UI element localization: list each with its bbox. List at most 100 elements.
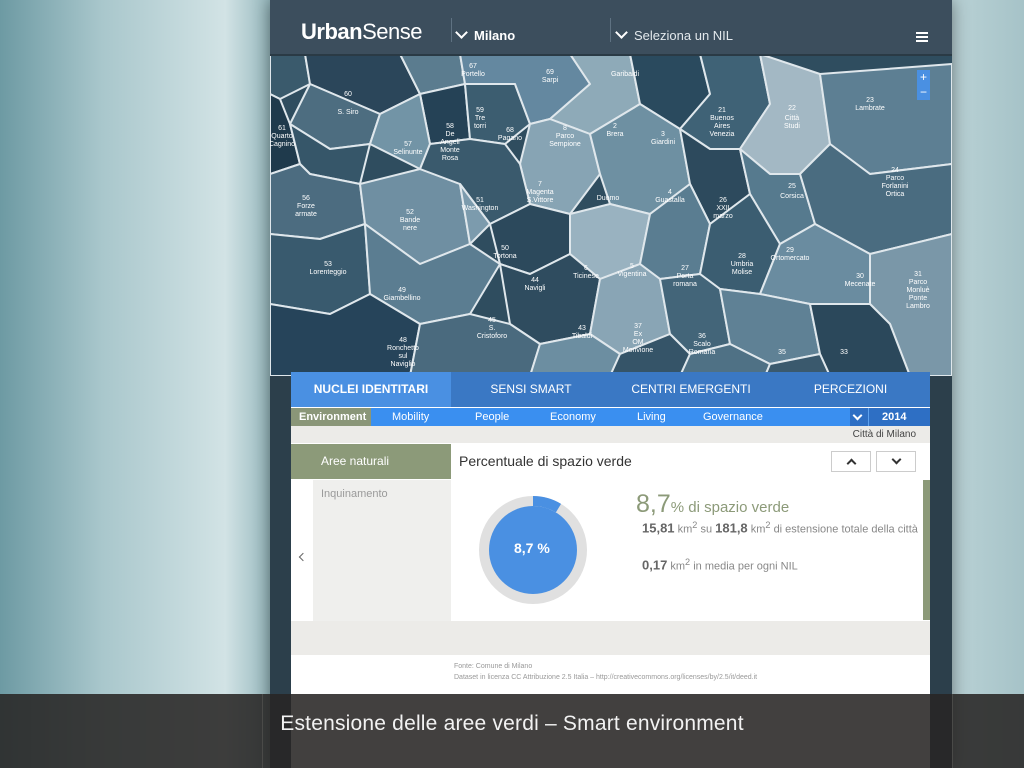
district-label: Lambrate (855, 105, 885, 112)
district-label: 30 (856, 273, 864, 280)
subtab-economy[interactable]: Economy (550, 408, 596, 426)
district-label: Rosa (442, 155, 458, 162)
category-list: Inquinamento (313, 480, 451, 621)
header-separator (610, 18, 611, 42)
district-label: Parco (886, 175, 904, 182)
district-label: Selinunte (393, 149, 422, 156)
district-label: Monluè (907, 287, 930, 294)
chevron-down-icon (891, 454, 902, 465)
zoom-in-button[interactable]: + (917, 70, 930, 85)
district-label: 37 (634, 323, 642, 330)
header-separator (451, 18, 452, 42)
district-label: Tre (475, 115, 485, 122)
app-window: UrbanSense Milano Seleziona un NIL 67 Po… (270, 0, 952, 768)
district-label: 27 (681, 265, 689, 272)
district-label: Tibaldi (572, 333, 593, 340)
district-label: 60 (344, 91, 352, 98)
urbansense-logo[interactable]: UrbanSense (301, 19, 422, 45)
category-selected[interactable]: Aree naturali (291, 444, 451, 479)
district-label: Buenos (710, 115, 734, 122)
district-label: Ponte (909, 295, 927, 302)
district-label: S.Vittore (527, 197, 554, 204)
district-label: 45 (488, 317, 496, 324)
tab-percezioni[interactable]: PERCEZIONI (771, 372, 930, 407)
district-label: Ortomercato (771, 255, 810, 262)
main-tabs: NUCLEI IDENTITARI SENSI SMART CENTRI EME… (291, 372, 930, 407)
district-label: Sempione (549, 141, 581, 148)
subtab-people[interactable]: People (475, 408, 509, 426)
district-label: Monte (440, 147, 460, 154)
district-label: Giardini (651, 139, 676, 146)
subtab-environment[interactable]: Environment (291, 408, 371, 426)
district-label: Mecenate (845, 281, 876, 288)
district-label: Città (785, 115, 800, 122)
previous-indicator-button[interactable] (831, 451, 871, 472)
subtab-living[interactable]: Living (637, 408, 666, 426)
district-map[interactable]: 67 Portello 69 Sarpi Garibaldi 60 S. Siro 5… (270, 53, 952, 377)
district-label: 28 (738, 253, 746, 260)
district-label: Parco (556, 133, 574, 140)
district-label: Guastalla (655, 197, 685, 204)
chevron-down-icon (615, 26, 628, 39)
tab-sensi-smart[interactable]: SENSI SMART (451, 372, 611, 407)
collapse-sidebar-button[interactable] (291, 480, 313, 620)
district-label: Angeli (440, 139, 460, 146)
district-label: Parco (909, 279, 927, 286)
next-indicator-button[interactable] (876, 451, 916, 472)
district-label: 6 (584, 265, 588, 272)
district-label: Romana (689, 349, 716, 356)
zoom-out-button[interactable]: − (917, 85, 930, 100)
district-label: 61 (278, 125, 286, 132)
chevron-left-icon (298, 552, 308, 562)
district-label: 33 (840, 349, 848, 356)
district-label: 7 (538, 181, 542, 188)
tab-nuclei-identitari[interactable]: NUCLEI IDENTITARI (291, 372, 451, 407)
district-label: 57 (404, 141, 412, 148)
chevron-down-icon (455, 26, 468, 39)
district-label: 31 (914, 271, 922, 278)
district-label: S. Siro (337, 109, 358, 116)
category-item-inquinamento[interactable]: Inquinamento (321, 488, 388, 500)
district-label: Tortona (493, 253, 516, 260)
tab-centri-emergenti[interactable]: CENTRI EMERGENTI (611, 372, 771, 407)
subtab-governance[interactable]: Governance (703, 408, 763, 426)
nil-select[interactable]: Seleziona un NIL (615, 26, 733, 43)
district-label: armate (295, 211, 317, 218)
indicator-title: Percentuale di spazio verde (459, 453, 632, 469)
indicator-selector: Percentuale di spazio verde (451, 444, 930, 479)
district-label: sul (399, 353, 408, 360)
subtab-mobility[interactable]: Mobility (392, 408, 429, 426)
district-label: 24 (891, 167, 899, 174)
district-label: 36 (698, 333, 706, 340)
district-label: Molise (732, 269, 752, 276)
district-label: 59 (476, 107, 484, 114)
district-label: 26 (719, 197, 727, 204)
district-label: 43 (578, 325, 586, 332)
city-select[interactable]: Milano (455, 26, 515, 43)
district-label: 5 (630, 263, 634, 270)
year-select[interactable]: 2014 (850, 408, 930, 426)
district-label: romana (673, 281, 697, 288)
district-label: 50 (501, 245, 509, 252)
district-label: Sarpi (542, 77, 559, 84)
district-label: Duomo (597, 195, 620, 202)
top-header: UrbanSense Milano Seleziona un NIL (270, 0, 952, 56)
district-label: Lambro (906, 303, 930, 310)
district-label: De (446, 131, 455, 138)
district-label: 49 (398, 287, 406, 294)
district-label: Forlanini (882, 183, 909, 190)
donut-label: 8,7 % (514, 540, 550, 556)
district-label: Ticinese (573, 273, 599, 280)
district-label: Forze (297, 203, 315, 210)
district-label: 3 (661, 131, 665, 138)
district-label: Porta (677, 273, 694, 280)
district-label: 52 (406, 209, 414, 216)
district-label: Portello (461, 71, 485, 78)
district-label: Umbria (731, 261, 754, 268)
hamburger-icon[interactable] (916, 32, 928, 44)
district-label: Morivione (623, 347, 653, 354)
district-label: torri (474, 123, 487, 130)
district-label: 51 (476, 197, 484, 204)
city-bar: Città di Milano (291, 426, 930, 443)
district-label: Cagnino (270, 141, 295, 148)
